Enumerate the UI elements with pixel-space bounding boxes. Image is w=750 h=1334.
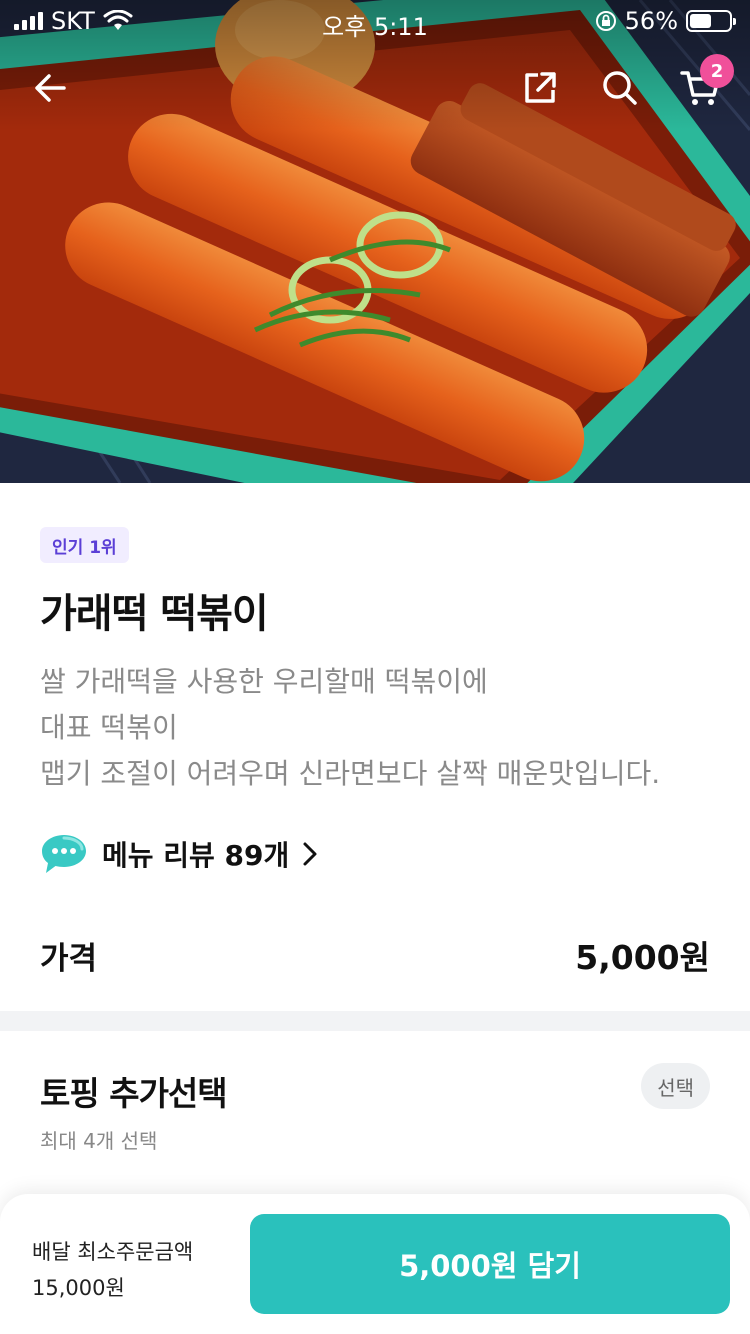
search-button[interactable] <box>592 60 648 116</box>
search-icon <box>603 71 637 105</box>
description-line: 쌀 가래떡을 사용한 우리할매 떡볶이에 <box>40 665 488 698</box>
optional-chip: 선택 <box>641 1063 710 1109</box>
review-count-label: 메뉴 리뷰 89개 <box>102 839 290 872</box>
battery-icon <box>686 10 736 32</box>
status-right: 56% <box>595 7 736 35</box>
menu-review-link[interactable]: 메뉴 리뷰 89개 <box>40 833 319 875</box>
menu-title: 가래떡 떡볶이 <box>40 591 269 637</box>
rotation-lock-icon <box>595 11 616 31</box>
battery-percent: 56% <box>624 7 678 35</box>
speech-bubble-icon <box>42 835 86 873</box>
description-line: 맵기 조절이 어려우며 신라면보다 살짝 매운맛입니다. <box>40 757 661 790</box>
topping-option-group[interactable]: 토핑 추가선택 최대 4개 선택 선택 <box>0 1031 750 1201</box>
battery-fill <box>690 14 712 28</box>
section-divider <box>0 1011 750 1031</box>
min-order-value: 15,000원 <box>32 1276 125 1300</box>
menu-info-section: 인기 1위 가래떡 떡볶이 쌀 가래떡을 사용한 우리할매 떡볶이에 대표 떡볶… <box>0 483 750 1011</box>
topping-title: 토핑 추가선택 <box>40 1074 228 1113</box>
add-to-cart-button[interactable]: 5,000원 담기 <box>250 1214 730 1314</box>
bottom-order-bar: 배달 최소주문금액 15,000원 5,000원 담기 <box>0 1194 750 1334</box>
share-button[interactable] <box>512 60 568 116</box>
topping-limit: 최대 4개 선택 <box>40 1129 158 1153</box>
chevron-right-icon <box>303 842 317 866</box>
status-bar: SKT 오후 5:11 56% <box>0 0 750 41</box>
min-order-info: 배달 최소주문금액 15,000원 <box>32 1234 193 1306</box>
description-line: 대표 떡볶이 <box>40 711 178 744</box>
menu-description: 쌀 가래떡을 사용한 우리할매 떡볶이에 대표 떡볶이 맵기 조절이 어려우며 … <box>40 659 720 797</box>
price-row: 가격 5,000원 <box>40 931 710 979</box>
cart-button[interactable]: 2 <box>672 54 734 116</box>
cart-count-badge: 2 <box>700 54 734 88</box>
min-order-label: 배달 최소주문금액 <box>32 1240 194 1264</box>
price-label: 가격 <box>40 940 98 977</box>
price-value: 5,000원 <box>575 938 710 977</box>
arrow-left-icon <box>35 74 66 102</box>
share-icon <box>525 72 556 103</box>
popular-rank-badge: 인기 1위 <box>40 527 129 563</box>
back-button[interactable] <box>22 60 78 116</box>
